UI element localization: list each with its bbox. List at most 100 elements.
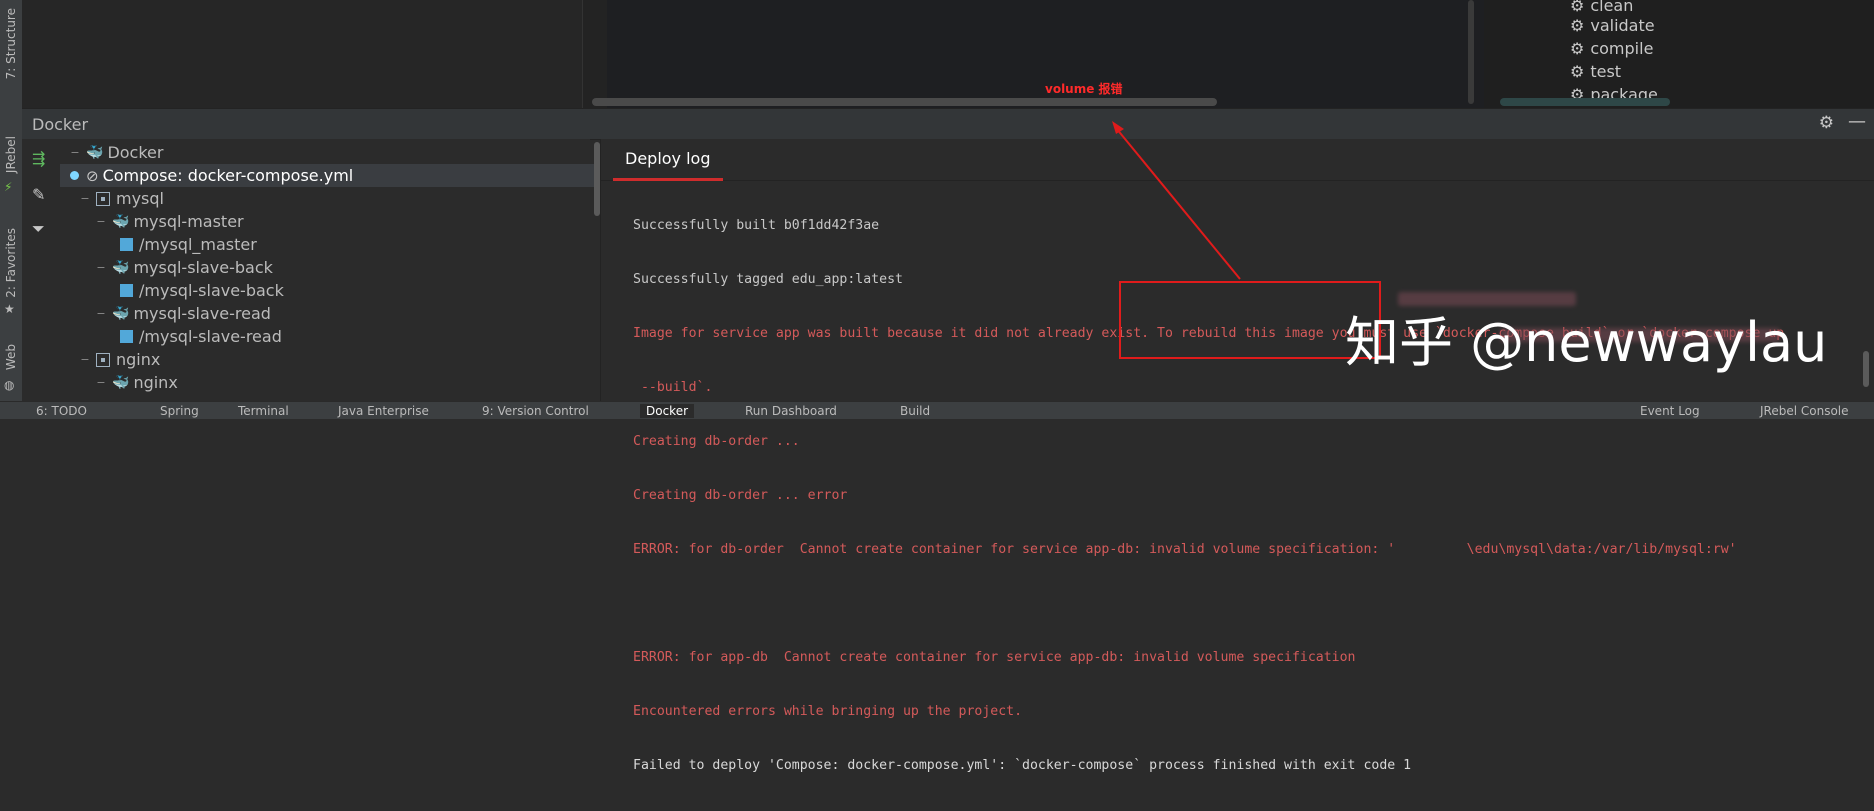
docker-toolwindow-title: Docker: [32, 115, 89, 134]
maven-item-label: compile: [1590, 39, 1654, 58]
tool-tab-build[interactable]: Build: [900, 404, 930, 418]
editor-gutter: [22, 0, 582, 108]
edit-icon[interactable]: ✎: [32, 185, 45, 204]
log-line: --build`.: [633, 380, 713, 395]
editor-horizontal-scrollbar[interactable]: [592, 98, 1217, 106]
tree-node-label: /mysql-slave-read: [139, 327, 282, 346]
log-line: ERROR: for db-order Cannot create contai…: [633, 542, 1737, 557]
docker-icon: 🐳: [86, 144, 104, 161]
filter-icon[interactable]: ⏷: [32, 219, 45, 239]
log-line: Successfully built b0f1dd42f3ae: [633, 218, 880, 233]
tool-tab-java-enterprise[interactable]: Java Enterprise: [338, 404, 429, 418]
tool-tab-spring[interactable]: Spring: [160, 404, 199, 418]
group-icon: [96, 191, 110, 206]
collapse-icon[interactable]: −: [78, 353, 92, 366]
tree-node-volume[interactable]: /mysql_master: [60, 233, 650, 256]
minimize-icon[interactable]: —: [1848, 111, 1866, 132]
maven-lifecycle-item[interactable]: ⚙ validate: [1570, 16, 1655, 35]
tree-node-nginx-group[interactable]: − nginx: [60, 348, 608, 371]
volume-icon: [120, 330, 133, 343]
docker-services-tree: − 🐳 Docker ⊘ Compose: docker-compose.yml…: [60, 139, 616, 401]
left-tool-strip: 7: Structure JRebel ⚡ 2: Favorites ★ Web…: [0, 0, 23, 418]
tree-node-label: /mysql-slave-back: [139, 281, 284, 300]
tab-web[interactable]: Web ◍: [0, 344, 22, 392]
group-icon: [96, 352, 110, 367]
docker-icon: 🐳: [112, 213, 130, 230]
tool-tab-todo[interactable]: 6: TODO: [36, 404, 87, 418]
tree-node-mysql-slave-back[interactable]: − 🐳 mysql-slave-back: [60, 256, 624, 279]
tab-favorites[interactable]: 2: Favorites ★: [0, 228, 22, 318]
jrebel-icon: ⚡: [4, 180, 13, 194]
tree-node-mysql[interactable]: − mysql: [60, 187, 608, 210]
tool-tab-event-log[interactable]: Event Log: [1640, 404, 1700, 418]
tree-node-label: mysql-slave-back: [133, 258, 273, 277]
compose-icon: ⊘: [86, 166, 99, 185]
tool-tab-docker[interactable]: Docker: [640, 404, 695, 418]
tool-tab-jrebel-console[interactable]: JRebel Console: [1760, 404, 1849, 418]
gear-icon[interactable]: ⚙: [1819, 113, 1834, 133]
tool-tab-terminal[interactable]: Terminal: [238, 404, 289, 418]
tree-node-label: Docker: [107, 143, 164, 162]
docker-icon: 🐳: [112, 374, 130, 391]
log-line: Encountered errors while bringing up the…: [633, 704, 1023, 719]
tool-tab-version-control[interactable]: 9: Version Control: [482, 404, 589, 418]
volume-icon: [120, 284, 133, 297]
collapse-icon[interactable]: −: [94, 215, 108, 228]
tool-tab-run-dashboard[interactable]: Run Dashboard: [745, 404, 837, 418]
maven-lifecycle-item[interactable]: ⚙ test: [1570, 62, 1621, 81]
gear-icon: ⚙: [1570, 62, 1585, 81]
maven-lifecycle-item[interactable]: ⚙ compile: [1570, 39, 1653, 58]
log-output: Successfully built b0f1dd42f3ae Successf…: [633, 181, 1784, 811]
tree-node-label: mysql-master: [133, 212, 244, 231]
star-icon: ★: [4, 302, 15, 316]
tree-node-label: mysql-slave-read: [133, 304, 271, 323]
tree-node-volume[interactable]: /mysql-slave-read: [60, 325, 650, 348]
maven-item-label: validate: [1590, 16, 1655, 35]
status-indicator: [70, 171, 79, 180]
deploy-icon[interactable]: ⇶: [32, 149, 45, 168]
tree-node-label: nginx: [133, 373, 178, 392]
editor-divider: [582, 0, 607, 108]
maven-item-label: test: [1590, 62, 1622, 81]
tab-jrebel[interactable]: JRebel ⚡: [0, 136, 22, 196]
tab-web-label: Web: [4, 344, 18, 371]
docker-toolwindow-header: Docker ⚙ —: [22, 108, 1874, 140]
tab-deploy-log[interactable]: Deploy log: [613, 149, 723, 181]
collapse-icon[interactable]: −: [78, 192, 92, 205]
collapse-icon[interactable]: −: [68, 146, 82, 159]
error-highlight-box: [1119, 281, 1381, 359]
tree-node-label: nginx: [116, 350, 161, 369]
maven-item-label: clean: [1590, 0, 1634, 15]
maven-lifecycle-item[interactable]: ⚙ clean: [1570, 0, 1633, 15]
tab-jrebel-label: JRebel: [4, 136, 18, 174]
tree-node-mysql-slave-read[interactable]: − 🐳 mysql-slave-read: [60, 302, 624, 325]
web-icon: ◍: [4, 378, 15, 392]
volume-icon: [120, 238, 133, 251]
tree-node-label: mysql: [116, 189, 164, 208]
log-tabbar: Deploy log: [601, 139, 1874, 181]
tree-node-label: /mysql_master: [139, 235, 257, 254]
tree-node-label: Compose: docker-compose.yml: [102, 166, 354, 185]
tree-node-volume[interactable]: /mysql-slave-back: [60, 279, 650, 302]
tree-node-compose[interactable]: ⊘ Compose: docker-compose.yml: [60, 164, 616, 187]
log-line: Creating db-order ... error: [633, 488, 848, 503]
collapse-icon[interactable]: −: [94, 261, 108, 274]
gear-icon: ⚙: [1570, 16, 1585, 35]
tab-structure[interactable]: 7: Structure: [0, 8, 22, 100]
maven-horizontal-scrollbar[interactable]: [1500, 98, 1670, 106]
maven-panel: ⚙ clean ⚙ validate ⚙ compile ⚙ test ⚙ pa…: [1484, 0, 1874, 108]
collapse-icon[interactable]: −: [94, 376, 108, 389]
tree-node-mysql-master[interactable]: − 🐳 mysql-master: [60, 210, 624, 233]
docker-actions-toolbar: ⇶ ✎ ⏷: [22, 139, 60, 401]
collapse-icon[interactable]: −: [94, 307, 108, 320]
log-vertical-scrollbar[interactable]: [1863, 351, 1869, 387]
log-line: Failed to deploy 'Compose: docker-compos…: [633, 758, 1412, 773]
tree-node-docker[interactable]: − 🐳 Docker: [60, 141, 598, 164]
editor-area: ⚙ clean ⚙ validate ⚙ compile ⚙ test ⚙ pa…: [22, 0, 1874, 108]
editor-vertical-scrollbar[interactable]: [1468, 0, 1474, 104]
tree-node-nginx[interactable]: − 🐳 nginx: [60, 371, 624, 394]
docker-icon: 🐳: [112, 259, 130, 276]
annotation-label: volume 报错: [1045, 82, 1123, 96]
watermark: 知乎 @newwaylau: [1345, 311, 1828, 374]
